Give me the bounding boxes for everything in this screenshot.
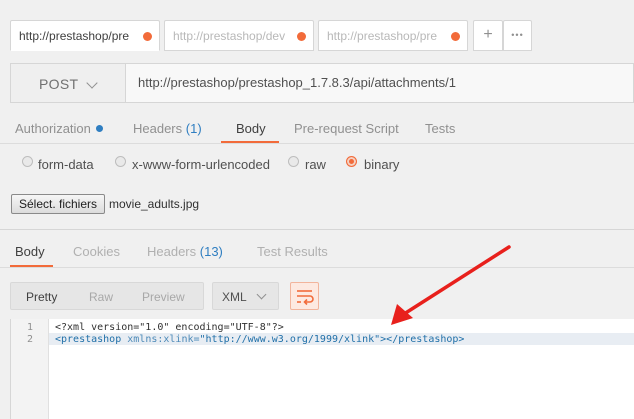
code-line-1: <?xml version="1.0" encoding="UTF-8"?> (55, 322, 284, 333)
new-tab-button[interactable]: + (473, 20, 503, 51)
radio-label-urlencoded: x-www-form-urlencoded (132, 157, 270, 172)
response-tab-cookies[interactable]: Cookies (73, 244, 120, 259)
format-select[interactable]: XML (212, 282, 279, 310)
auth-indicator-dot (96, 125, 103, 132)
divider (0, 267, 634, 268)
line-number: 1 (26, 322, 34, 333)
xml-close-tag: </prestashop> (386, 334, 465, 345)
xml-attribute-value: "http://www.w3.org/1999/xlink" (199, 334, 381, 345)
response-headers-count: (13) (199, 244, 223, 259)
select-files-button[interactable]: Sélect. fichiers (11, 194, 105, 214)
url-bar: POST http://prestashop/prestashop_1.7.8.… (10, 63, 634, 103)
headers-count: (1) (185, 121, 202, 136)
tab-headers[interactable]: Headers (1) (133, 121, 202, 136)
tab-headers-label: Headers (133, 121, 183, 136)
chevron-down-icon (256, 289, 267, 300)
view-raw[interactable]: Raw (89, 290, 113, 304)
tab-tests[interactable]: Tests (425, 121, 455, 136)
response-tab-headers[interactable]: Headers (13) (147, 244, 223, 259)
request-tab-2[interactable]: http://prestashop/dev (164, 20, 314, 51)
unsaved-dot-icon (451, 32, 460, 41)
radio-binary[interactable] (346, 156, 357, 167)
tab-body[interactable]: Body (236, 121, 266, 136)
tab-authorization[interactable]: Authorization (15, 121, 91, 136)
wrap-lines-icon (297, 290, 314, 306)
method-select[interactable]: POST (11, 64, 126, 102)
more-icon: ••• (511, 30, 524, 40)
request-tab-title: http://prestashop/pre (327, 29, 438, 43)
tab-options-button[interactable]: ••• (503, 20, 532, 51)
method-label: POST (39, 76, 79, 92)
view-mode-toggle: Pretty Raw Preview (10, 282, 204, 310)
view-pretty[interactable]: Pretty (26, 290, 57, 304)
radio-label-binary: binary (364, 157, 400, 172)
radio-label-raw: raw (305, 157, 326, 172)
response-code-view[interactable]: 1 2 <?xml version="1.0" encoding="UTF-8"… (10, 319, 634, 419)
plus-icon: + (483, 26, 493, 43)
request-tab-title: http://prestashop/dev (173, 29, 286, 43)
selected-filename: movie_adults.jpg (109, 197, 200, 211)
request-tab-title: http://prestashop/pre (19, 29, 130, 43)
request-tab-1[interactable]: http://prestashop/pre (10, 20, 160, 51)
radio-form-data[interactable] (22, 156, 33, 167)
request-tab-bar: http://prestashop/pre http://prestashop/… (0, 0, 634, 56)
response-tab-test-results[interactable]: Test Results (257, 244, 328, 259)
wrap-lines-button[interactable] (290, 282, 319, 310)
radio-raw[interactable] (288, 156, 299, 167)
code-line-2: <prestashop xmlns:xlink="http://www.w3.o… (55, 334, 464, 345)
unsaved-dot-icon (143, 32, 152, 41)
url-input[interactable]: http://prestashop/prestashop_1.7.8.3/api… (138, 75, 456, 90)
format-label: XML (222, 290, 247, 304)
line-number: 2 (26, 334, 34, 345)
view-preview[interactable]: Preview (142, 290, 185, 304)
xml-open-tag: <prestashop (55, 334, 122, 345)
tab-pre-request-script[interactable]: Pre-request Script (294, 121, 399, 136)
response-tab-body[interactable]: Body (15, 244, 45, 259)
unsaved-dot-icon (297, 32, 306, 41)
request-tab-3[interactable]: http://prestashop/pre (318, 20, 468, 51)
radio-x-www-form-urlencoded[interactable] (115, 156, 126, 167)
divider (0, 143, 634, 144)
response-tab-headers-label: Headers (147, 244, 197, 259)
radio-label-form-data: form-data (38, 157, 94, 172)
divider (0, 229, 634, 230)
chevron-down-icon (86, 77, 98, 89)
xml-attribute: xmlns:xlink= (121, 334, 200, 345)
